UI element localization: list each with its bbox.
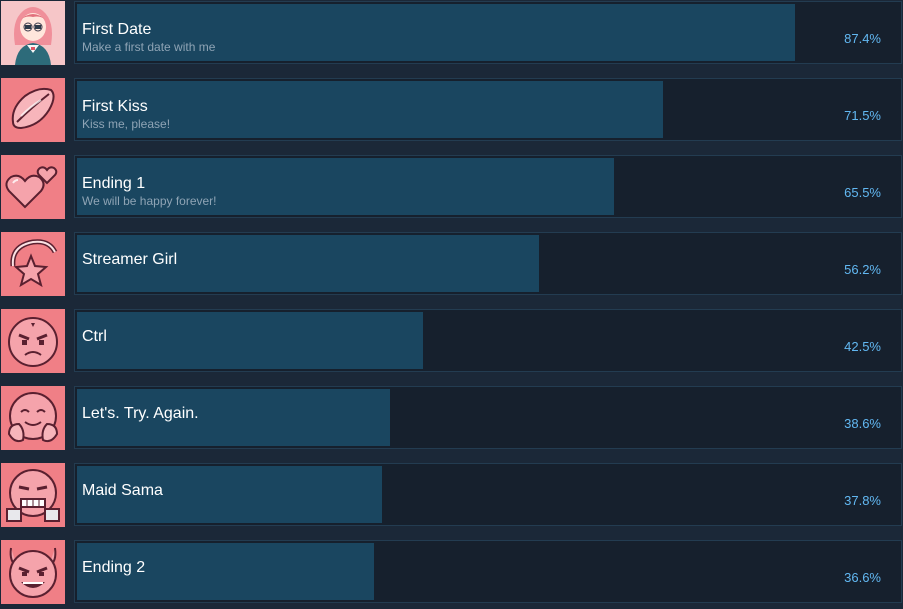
progress-panel: Ctrl 42.5% [74,309,902,372]
angry-face-icon [1,309,65,373]
grinning-face-icon [1,463,65,527]
achievement-row[interactable]: First Date Make a first date with me 87.… [0,0,903,66]
achievement-row[interactable]: First Kiss Kiss me, please! 71.5% [0,77,903,143]
devil-face-icon [1,540,65,604]
achievement-description: We will be happy forever! [82,194,217,208]
shooting-star-icon [1,232,65,296]
achievement-percent: 36.6% [844,570,881,585]
achievement-description: Kiss me, please! [82,117,171,131]
achievement-title: Ending 2 [82,559,146,576]
achievement-percent: 42.5% [844,339,881,354]
progress-panel: First Kiss Kiss me, please! 71.5% [74,78,902,141]
achievement-percent: 87.4% [844,31,881,46]
progress-panel: Ending 2 36.6% [74,540,902,603]
achievement-title: Let's. Try. Again. [82,405,199,422]
smiling-face-hands-icon [1,386,65,450]
progress-panel: Maid Sama 37.8% [74,463,902,526]
progress-panel: First Date Make a first date with me 87.… [74,1,902,64]
achievement-title: Maid Sama [82,482,163,499]
achievement-percent: 71.5% [844,108,881,123]
achievement-percent: 56.2% [844,262,881,277]
achievement-row[interactable]: Streamer Girl 56.2% [0,231,903,297]
achievement-list: First Date Make a first date with me 87.… [0,0,903,609]
progress-fill [77,312,423,369]
anime-girl-portrait-icon [1,1,65,65]
lips-icon [1,78,65,142]
achievement-row[interactable]: Let's. Try. Again. 38.6% [0,385,903,451]
progress-panel: Let's. Try. Again. 38.6% [74,386,902,449]
achievement-row[interactable]: Ctrl 42.5% [0,308,903,374]
achievement-title: Ending 1 [82,175,146,192]
achievement-title: First Date [82,21,152,38]
achievement-percent: 38.6% [844,416,881,431]
achievement-percent: 37.8% [844,493,881,508]
achievement-title: First Kiss [82,98,148,115]
two-hearts-icon [1,155,65,219]
achievement-percent: 65.5% [844,185,881,200]
progress-panel: Ending 1 We will be happy forever! 65.5% [74,155,902,218]
achievement-title: Streamer Girl [82,251,178,268]
achievement-row[interactable]: Ending 2 36.6% [0,539,903,605]
achievement-description: Make a first date with me [82,40,216,54]
achievement-title: Ctrl [82,328,107,345]
achievement-row[interactable]: Ending 1 We will be happy forever! 65.5% [0,154,903,220]
progress-panel: Streamer Girl 56.2% [74,232,902,295]
achievement-row[interactable]: Maid Sama 37.8% [0,462,903,528]
